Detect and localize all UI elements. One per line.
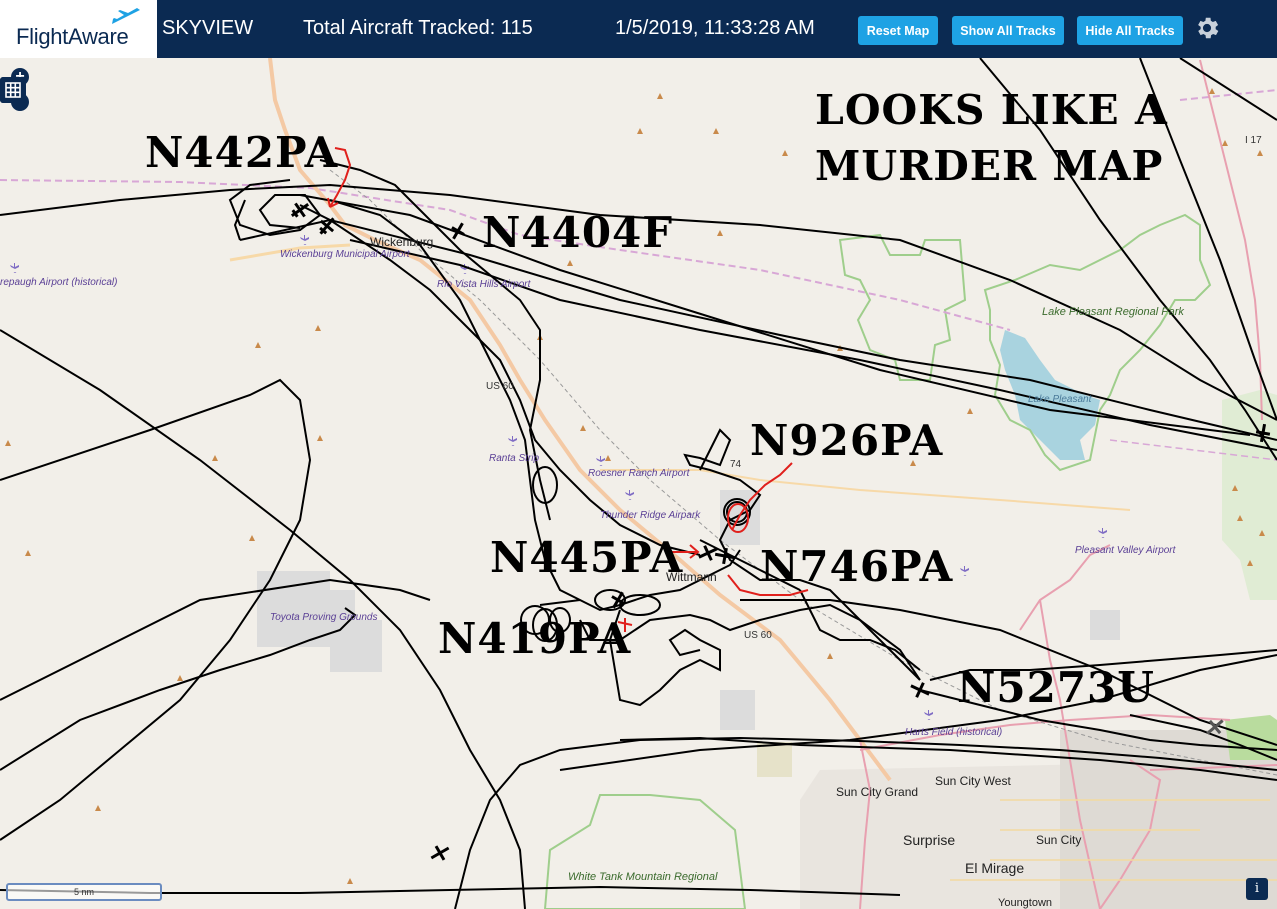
lake-pleasant-label: Lake Pleasant [1028, 394, 1093, 405]
label-n746pa: N746PA [760, 542, 954, 591]
town-surprise: Surprise [903, 832, 955, 848]
town-sun-city-grand: Sun City Grand [836, 785, 918, 799]
reset-map-button[interactable]: Reset Map [858, 16, 938, 45]
info-button[interactable]: i [1246, 878, 1268, 900]
town-youngtown: Youngtown [998, 897, 1052, 909]
park-lake-pleasant-regional: Lake Pleasant Regional Park [1042, 306, 1184, 318]
toyota-proving-grounds: Toyota Proving Grounds [270, 612, 377, 623]
town-el-mirage: El Mirage [965, 860, 1024, 876]
app-name: SKYVIEW [162, 17, 254, 39]
label-n5273u: N5273U [957, 663, 1155, 712]
park-white-tank: White Tank Mountain Regional [568, 871, 718, 883]
label-n445pa: N445PA [490, 533, 684, 582]
route-us60-north: US 60 [486, 381, 514, 392]
current-datetime: 1/5/2019, 11:33:28 AM [615, 17, 815, 39]
airport-repaugh: repaugh Airport (historical) [0, 277, 117, 288]
route-i17: I 17 [1245, 135, 1262, 146]
flightaware-logo[interactable]: FlightAware [0, 0, 157, 58]
scale-bar: 5 nm [6, 883, 162, 901]
airport-rio-vista: Rio Vista Hills Airport [437, 279, 532, 290]
annotation-line-2: MURDER MAP [815, 142, 1164, 190]
airport-pleasant-valley: Pleasant Valley Airport [1075, 545, 1177, 556]
label-n442pa: N442PA [145, 128, 339, 177]
total-aircraft-tracked: Total Aircraft Tracked: 115 [303, 17, 533, 39]
route-74: 74 [730, 459, 742, 470]
airport-wickenburg: Wickenburg Municipal Airport [280, 249, 411, 260]
town-sun-city: Sun City [1036, 833, 1081, 847]
label-n926pa: N926PA [750, 416, 944, 465]
layers-grid-icon[interactable] [0, 77, 26, 103]
hide-all-tracks-button[interactable]: Hide All Tracks [1077, 16, 1183, 45]
gear-icon[interactable] [1193, 14, 1221, 42]
route-us60-south: US 60 [744, 630, 772, 641]
town-wickenburg: Wickenburg [370, 235, 433, 249]
label-n4404f: N4404F [482, 208, 674, 257]
annotation-headline: LOOKS LIKE A MURDER MAP [815, 82, 1168, 194]
plane-logo-icon [112, 8, 140, 24]
airport-harts-field: Harts Field (historical) [905, 727, 1002, 738]
airport-thunder-ridge: Thunder Ridge Airpark [600, 510, 701, 521]
town-sun-city-west: Sun City West [935, 774, 1011, 788]
annotation-line-1: LOOKS LIKE A [815, 86, 1168, 134]
show-all-tracks-button[interactable]: Show All Tracks [952, 16, 1064, 45]
airport-ranta: Ranta Strip [489, 453, 539, 464]
label-n419pa: N419PA [438, 614, 632, 663]
airport-roesner: Roesner Ranch Airport [588, 468, 691, 479]
top-bar: FlightAware SKYVIEW Total Aircraft Track… [0, 0, 1277, 58]
